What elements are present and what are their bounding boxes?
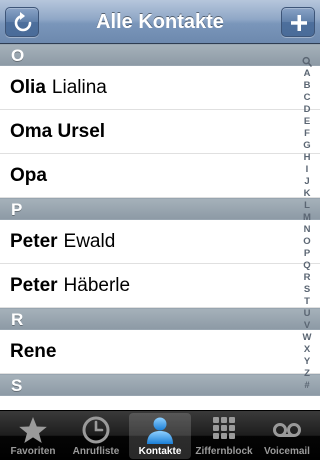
clock-icon bbox=[82, 416, 110, 444]
index-letter[interactable]: T bbox=[304, 296, 310, 308]
index-letter[interactable]: Y bbox=[304, 356, 310, 368]
tab-favoriten[interactable]: Favoriten bbox=[2, 413, 64, 459]
contact-list[interactable]: O Olia Lialina Oma Ursel Opa P Peter Ewald… bbox=[0, 44, 320, 410]
index-letter[interactable]: V bbox=[304, 320, 310, 332]
alphabet-index[interactable]: A B C D E F G H I J K L M N O P Q R S T … bbox=[300, 56, 314, 392]
tab-label: Anrufliste bbox=[72, 446, 120, 457]
index-letter[interactable]: I bbox=[306, 164, 309, 176]
section-header-o: O bbox=[0, 44, 320, 66]
tab-bar: Favoriten Anrufliste Kontakte Ziffernblo… bbox=[0, 410, 320, 460]
contact-first-name: Peter bbox=[10, 275, 58, 296]
contact-first-name: Peter bbox=[10, 231, 58, 252]
tab-label: Favoriten bbox=[10, 446, 56, 457]
index-letter[interactable]: M bbox=[303, 212, 311, 224]
index-letter[interactable]: E bbox=[304, 116, 310, 128]
tab-anrufliste[interactable]: Anrufliste bbox=[65, 413, 127, 459]
index-letter[interactable]: P bbox=[304, 248, 310, 260]
contact-row[interactable]: Oma Ursel bbox=[0, 110, 320, 154]
tab-ziffernblock[interactable]: Ziffernblock bbox=[193, 413, 255, 459]
index-letter[interactable]: J bbox=[304, 176, 309, 188]
index-letter[interactable]: U bbox=[304, 308, 311, 320]
keypad-icon bbox=[213, 417, 235, 439]
tab-voicemail[interactable]: Voicemail bbox=[256, 413, 318, 459]
index-letter[interactable]: N bbox=[304, 224, 311, 236]
voicemail-icon bbox=[273, 423, 301, 437]
index-letter[interactable]: F bbox=[304, 128, 310, 140]
plus-icon bbox=[291, 15, 307, 31]
contact-row[interactable]: Peter Ewald bbox=[0, 220, 320, 264]
search-icon[interactable] bbox=[302, 56, 312, 68]
section-header-s: S bbox=[0, 374, 320, 396]
contact-row[interactable]: Peter Häberle bbox=[0, 264, 320, 308]
index-letter[interactable]: A bbox=[304, 68, 311, 80]
person-icon bbox=[147, 417, 173, 444]
contact-first-name: Rene bbox=[10, 341, 57, 362]
index-letter[interactable]: W bbox=[303, 332, 312, 344]
contact-first-name: Opa bbox=[10, 165, 47, 186]
contact-last-name: Lialina bbox=[51, 77, 107, 98]
tab-label: Ziffernblock bbox=[195, 446, 253, 457]
contact-row[interactable]: Olia Lialina bbox=[0, 66, 320, 110]
index-letter[interactable]: Z bbox=[304, 368, 310, 380]
contact-first-name: Oma Ursel bbox=[10, 121, 106, 142]
tab-label: Kontakte bbox=[138, 446, 182, 457]
index-letter[interactable]: Q bbox=[303, 260, 310, 272]
section-header-p: P bbox=[0, 198, 320, 220]
add-contact-button[interactable] bbox=[281, 7, 315, 37]
index-letter[interactable]: G bbox=[303, 140, 310, 152]
index-letter[interactable]: # bbox=[304, 380, 309, 392]
page-title: Alle Kontakte bbox=[96, 11, 224, 33]
section-header-r: R bbox=[0, 308, 320, 330]
tab-label: Voicemail bbox=[264, 446, 310, 457]
index-letter[interactable]: B bbox=[304, 80, 311, 92]
index-letter[interactable]: O bbox=[303, 236, 310, 248]
star-icon bbox=[19, 417, 47, 443]
contact-row[interactable]: Rene bbox=[0, 330, 320, 374]
index-letter[interactable]: C bbox=[304, 92, 311, 104]
index-letter[interactable]: X bbox=[304, 344, 310, 356]
navigation-bar: Alle Kontakte bbox=[0, 0, 320, 44]
index-letter[interactable]: H bbox=[304, 152, 311, 164]
contact-last-name: Häberle bbox=[63, 275, 131, 296]
index-letter[interactable]: L bbox=[304, 200, 310, 212]
index-letter[interactable]: R bbox=[304, 272, 311, 284]
contact-row[interactable]: Opa bbox=[0, 154, 320, 198]
index-letter[interactable]: S bbox=[304, 284, 310, 296]
tab-kontakte[interactable]: Kontakte bbox=[129, 413, 191, 459]
index-letter[interactable]: K bbox=[304, 188, 311, 200]
contact-last-name: Ewald bbox=[63, 231, 116, 252]
index-letter[interactable]: D bbox=[304, 104, 311, 116]
contact-first-name: Olia bbox=[10, 77, 46, 98]
